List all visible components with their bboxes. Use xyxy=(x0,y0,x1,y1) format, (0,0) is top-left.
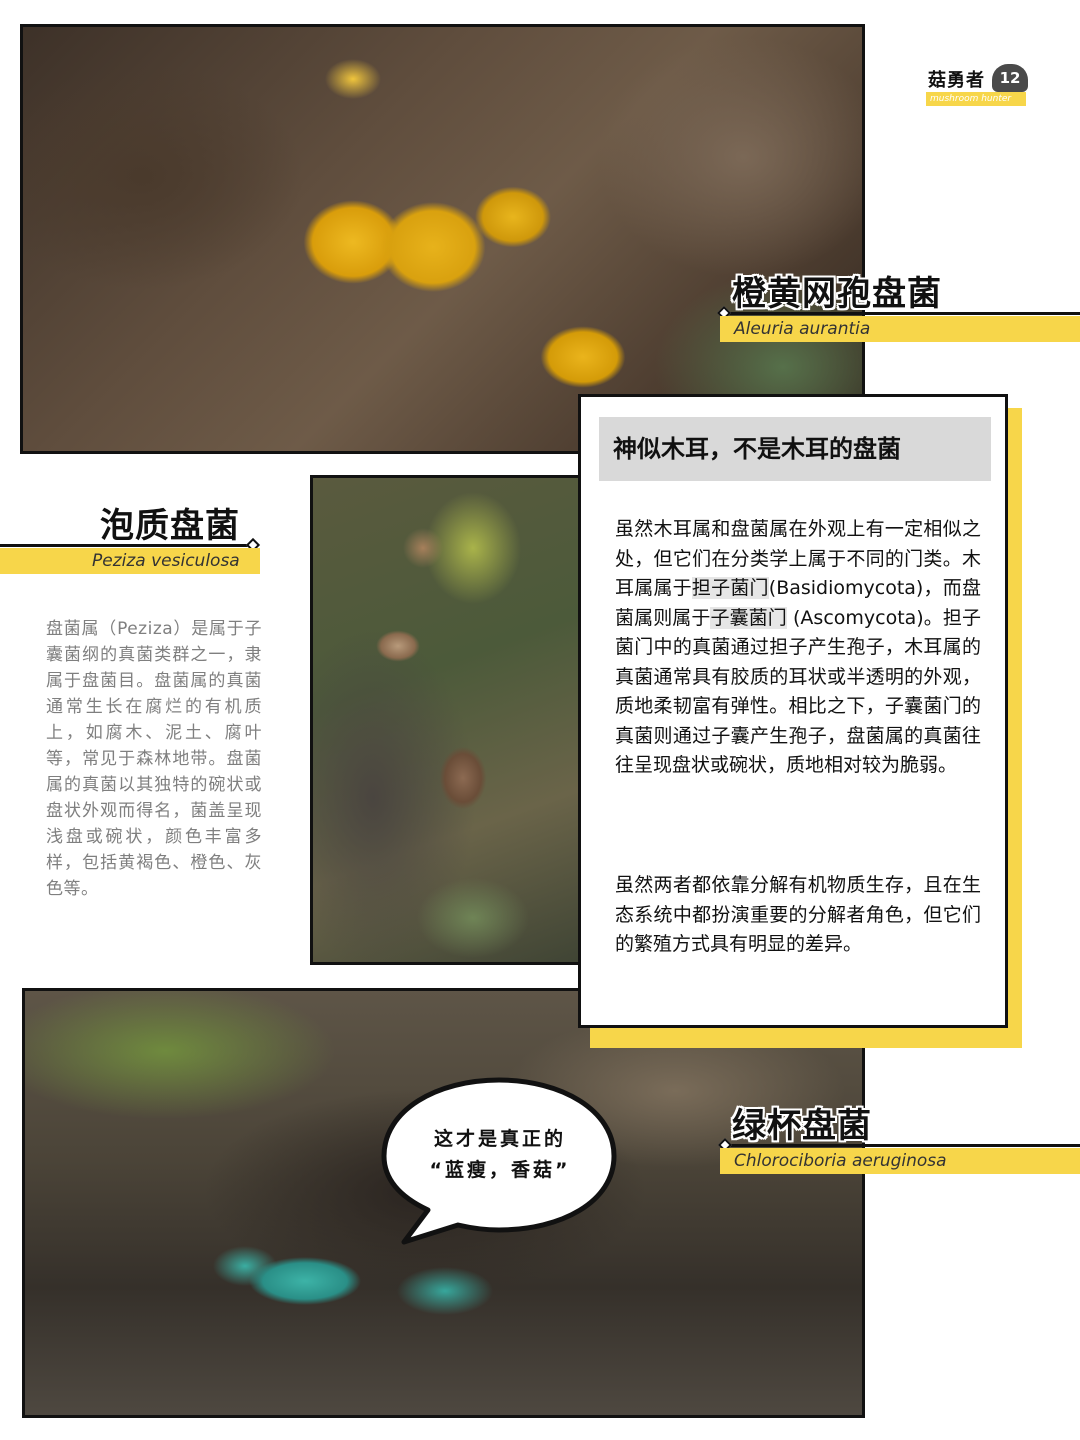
highlight-basidiomycota: 担子菌门 xyxy=(691,577,769,599)
latin-name-peziza: Peziza vesiculosa xyxy=(0,548,260,574)
latin-name-aleuria: Aleuria aurantia xyxy=(720,316,1080,342)
species-title-peziza: 泡质盘菌 xyxy=(100,506,240,546)
species-title-aleuria: 橙黄网孢盘菌 xyxy=(732,274,942,314)
bubble-line-1: 这才是真正的 xyxy=(433,1128,566,1150)
title-underline xyxy=(722,312,1080,315)
species-title-chlorociboria: 绿杯盘菌 xyxy=(732,1106,872,1146)
info-card: 神似木耳，不是木耳的盘菌 虽然木耳属和盘菌属在外观上有一定相似之处，但它们在分类… xyxy=(578,394,1008,1028)
brand-subtitle: mushroom hunter xyxy=(926,92,1026,106)
orange-peel-fungus-photo xyxy=(20,24,865,454)
peziza-description: 盘菌属（Peziza）是属于子囊菌纲的真菌类群之一，隶属于盘菌目。盘菌属的真菌通… xyxy=(46,619,262,899)
brand-name: 菇勇者 xyxy=(928,70,985,91)
speech-bubble-text: 这才是真正的 “蓝瘦，香菇” xyxy=(410,1124,590,1186)
highlight-ascomycota: 子囊菌门 xyxy=(710,606,787,629)
card-paragraph-2: 虽然两者都依靠分解有机物质生存，且在生态系统中都扮演重要的分解者角色，但它们的繁… xyxy=(615,874,981,955)
card-heading: 神似木耳，不是木耳的盘菌 xyxy=(599,417,991,481)
peziza-photo xyxy=(310,475,590,965)
page-number-badge: 12 xyxy=(992,64,1028,92)
latin-name-chlorociboria: Chlorociboria aeruginosa xyxy=(720,1148,1080,1174)
title-underline xyxy=(724,1144,1080,1147)
title-underline xyxy=(0,544,256,547)
bubble-line-2: “蓝瘦，香菇” xyxy=(429,1159,571,1181)
card-paragraph-1: 虽然木耳属和盘菌属在外观上有一定相似之处，但它们在分类学上属于不同的门类。木耳属… xyxy=(615,515,981,781)
brand-logo: 菇勇者 12 mushroom hunter xyxy=(926,64,1036,112)
text-segment: (Ascomycota)。担子菌门中的真菌通过担子产生孢子，木耳属的真菌通常具有… xyxy=(615,606,981,777)
